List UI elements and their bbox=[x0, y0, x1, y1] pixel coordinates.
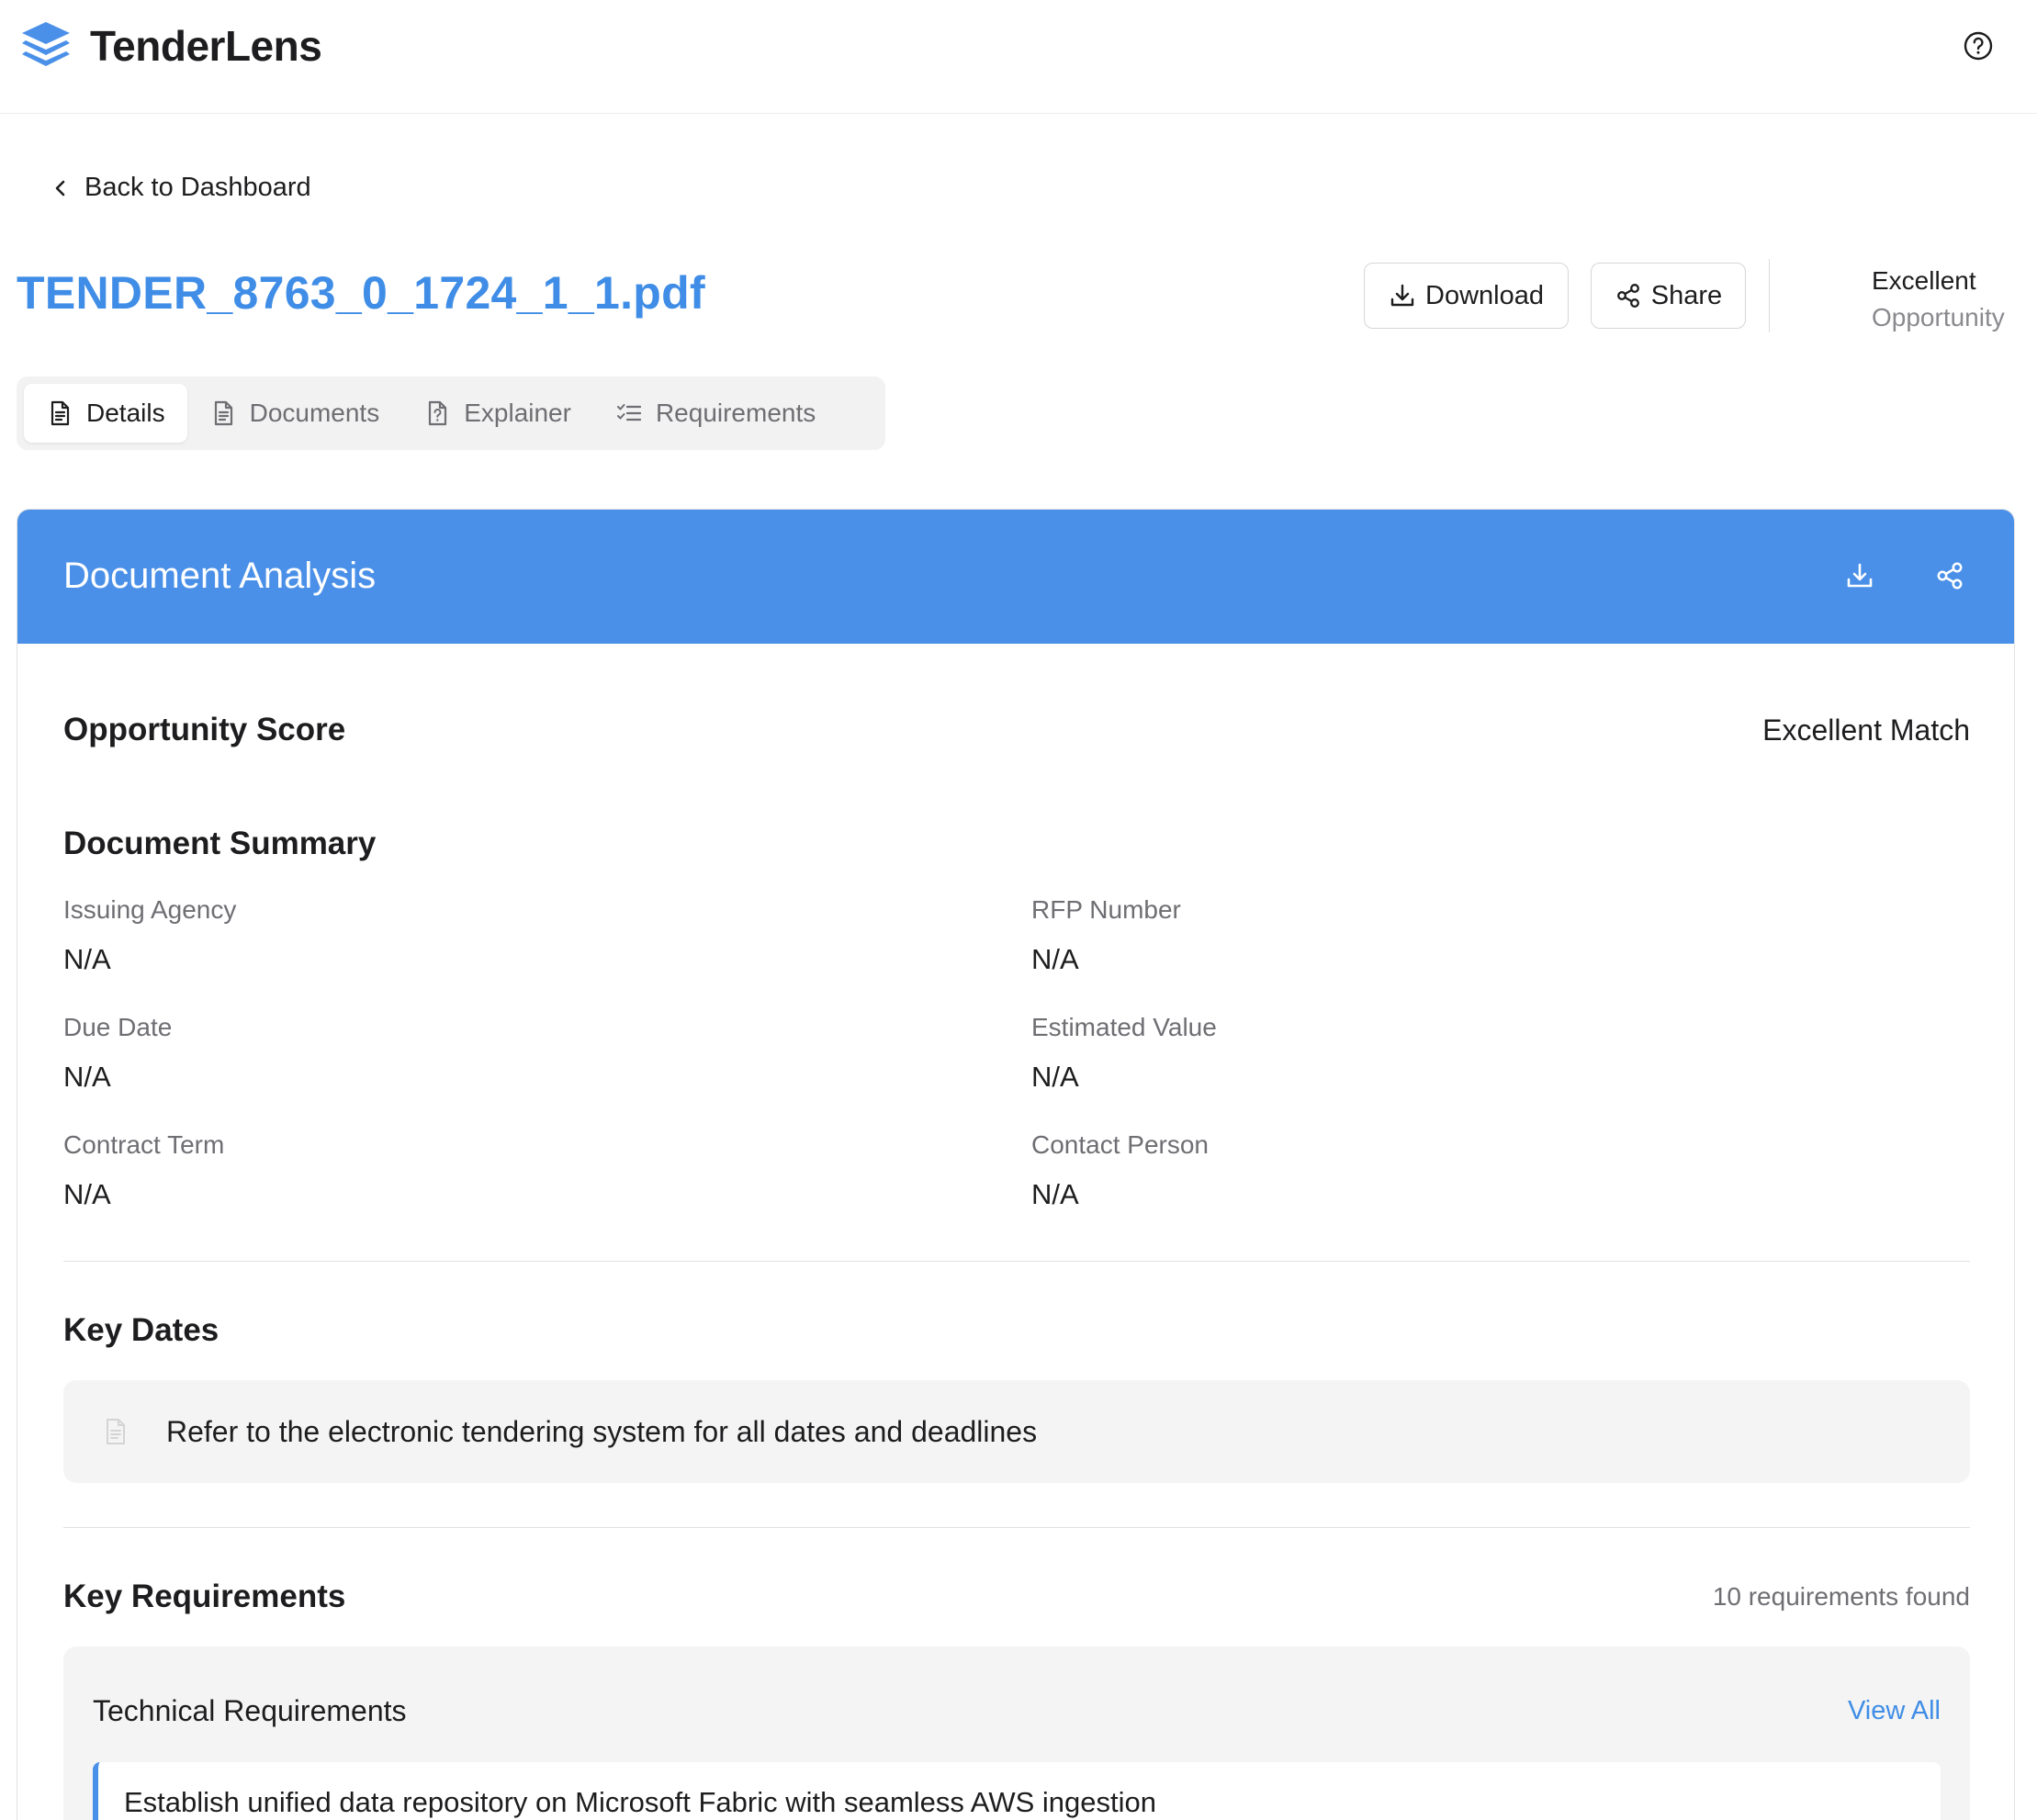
estimated-value-label: Estimated Value bbox=[1031, 1013, 1217, 1041]
share-button-label: Share bbox=[1650, 280, 1723, 310]
tab-documents[interactable]: Documents bbox=[187, 384, 402, 443]
requirement-group-title: Technical Requirements bbox=[93, 1694, 407, 1727]
rating-line-1: Excellent bbox=[1872, 266, 1976, 295]
key-dates-title: Key Dates bbox=[63, 1312, 219, 1348]
technical-requirements-group: Technical Requirements View All Establis… bbox=[63, 1646, 1970, 1820]
tab-explainer[interactable]: Explainer bbox=[401, 384, 593, 443]
file-icon bbox=[214, 400, 232, 426]
due-date-label: Due Date bbox=[63, 1013, 173, 1041]
file-question-icon bbox=[429, 400, 447, 426]
key-dates-note: Refer to the electronic tendering system… bbox=[166, 1415, 1038, 1448]
opportunity-rating: Excellent Opportunity bbox=[1872, 263, 2005, 336]
chevron-left-icon bbox=[55, 180, 65, 196]
key-dates-note-box: Refer to the electronic tendering system… bbox=[63, 1380, 1970, 1483]
header-divider bbox=[1769, 259, 1770, 332]
card-header: Document Analysis bbox=[17, 510, 2014, 644]
tab-requirements[interactable]: Requirements bbox=[593, 384, 838, 443]
layers-logo-icon bbox=[22, 22, 70, 66]
contract-term-label: Contract Term bbox=[63, 1130, 225, 1159]
due-date-value: N/A bbox=[63, 1061, 111, 1093]
help-icon[interactable] bbox=[1962, 29, 1995, 62]
share-icon bbox=[1616, 284, 1639, 308]
download-button-label: Download bbox=[1425, 280, 1544, 310]
requirement-item[interactable]: Establish unified data repository on Mic… bbox=[93, 1762, 1941, 1820]
download-icon bbox=[1390, 284, 1414, 307]
opportunity-score-value: Excellent Match bbox=[1762, 713, 1970, 747]
brand[interactable]: TenderLens bbox=[18, 18, 322, 73]
app-name: TenderLens bbox=[90, 22, 322, 70]
tab-requirements-label: Requirements bbox=[655, 399, 816, 427]
tab-documents-label: Documents bbox=[249, 399, 380, 427]
rfp-number-value: N/A bbox=[1031, 943, 1079, 975]
share-icon[interactable] bbox=[1933, 559, 1966, 592]
back-to-dashboard-link[interactable]: Back to Dashboard bbox=[50, 173, 311, 203]
tab-details-label: Details bbox=[86, 399, 165, 427]
list-checks-icon bbox=[616, 404, 642, 421]
contract-term-value: N/A bbox=[63, 1178, 111, 1210]
card-title: Document Analysis bbox=[63, 556, 377, 596]
top-bar: TenderLens bbox=[0, 0, 2037, 114]
file-text-icon bbox=[51, 400, 70, 426]
contact-person-label: Contact Person bbox=[1031, 1130, 1209, 1159]
view-all-link[interactable]: View All bbox=[1848, 1696, 1941, 1726]
back-link-label: Back to Dashboard bbox=[84, 173, 311, 202]
document-icon bbox=[107, 1419, 125, 1444]
section-divider bbox=[63, 1261, 1970, 1262]
section-divider bbox=[63, 1527, 1970, 1528]
document-analysis-card: Document Analysis Opportunity Score Exce… bbox=[17, 509, 2015, 1820]
key-requirements-title: Key Requirements bbox=[63, 1578, 346, 1614]
share-button[interactable]: Share bbox=[1591, 263, 1746, 329]
opportunity-score-title: Opportunity Score bbox=[63, 712, 346, 747]
requirement-text: Establish unified data repository on Mic… bbox=[124, 1786, 1156, 1818]
requirements-count: 10 requirements found bbox=[1712, 1582, 1970, 1611]
tab-bar: Details Documents Explainer Requirements bbox=[17, 376, 885, 450]
rating-line-2: Opportunity bbox=[1872, 303, 2005, 331]
download-button[interactable]: Download bbox=[1364, 263, 1569, 329]
issuing-agency-label: Issuing Agency bbox=[63, 895, 237, 924]
issuing-agency-value: N/A bbox=[63, 943, 111, 975]
contact-person-value: N/A bbox=[1031, 1178, 1079, 1210]
document-summary-title: Document Summary bbox=[63, 826, 377, 861]
rfp-number-label: RFP Number bbox=[1031, 895, 1181, 924]
tab-details[interactable]: Details bbox=[24, 384, 187, 443]
document-title: TENDER_8763_0_1724_1_1.pdf bbox=[17, 267, 705, 319]
estimated-value-value: N/A bbox=[1031, 1061, 1079, 1093]
tab-explainer-label: Explainer bbox=[464, 399, 571, 427]
download-icon[interactable] bbox=[1843, 559, 1876, 592]
